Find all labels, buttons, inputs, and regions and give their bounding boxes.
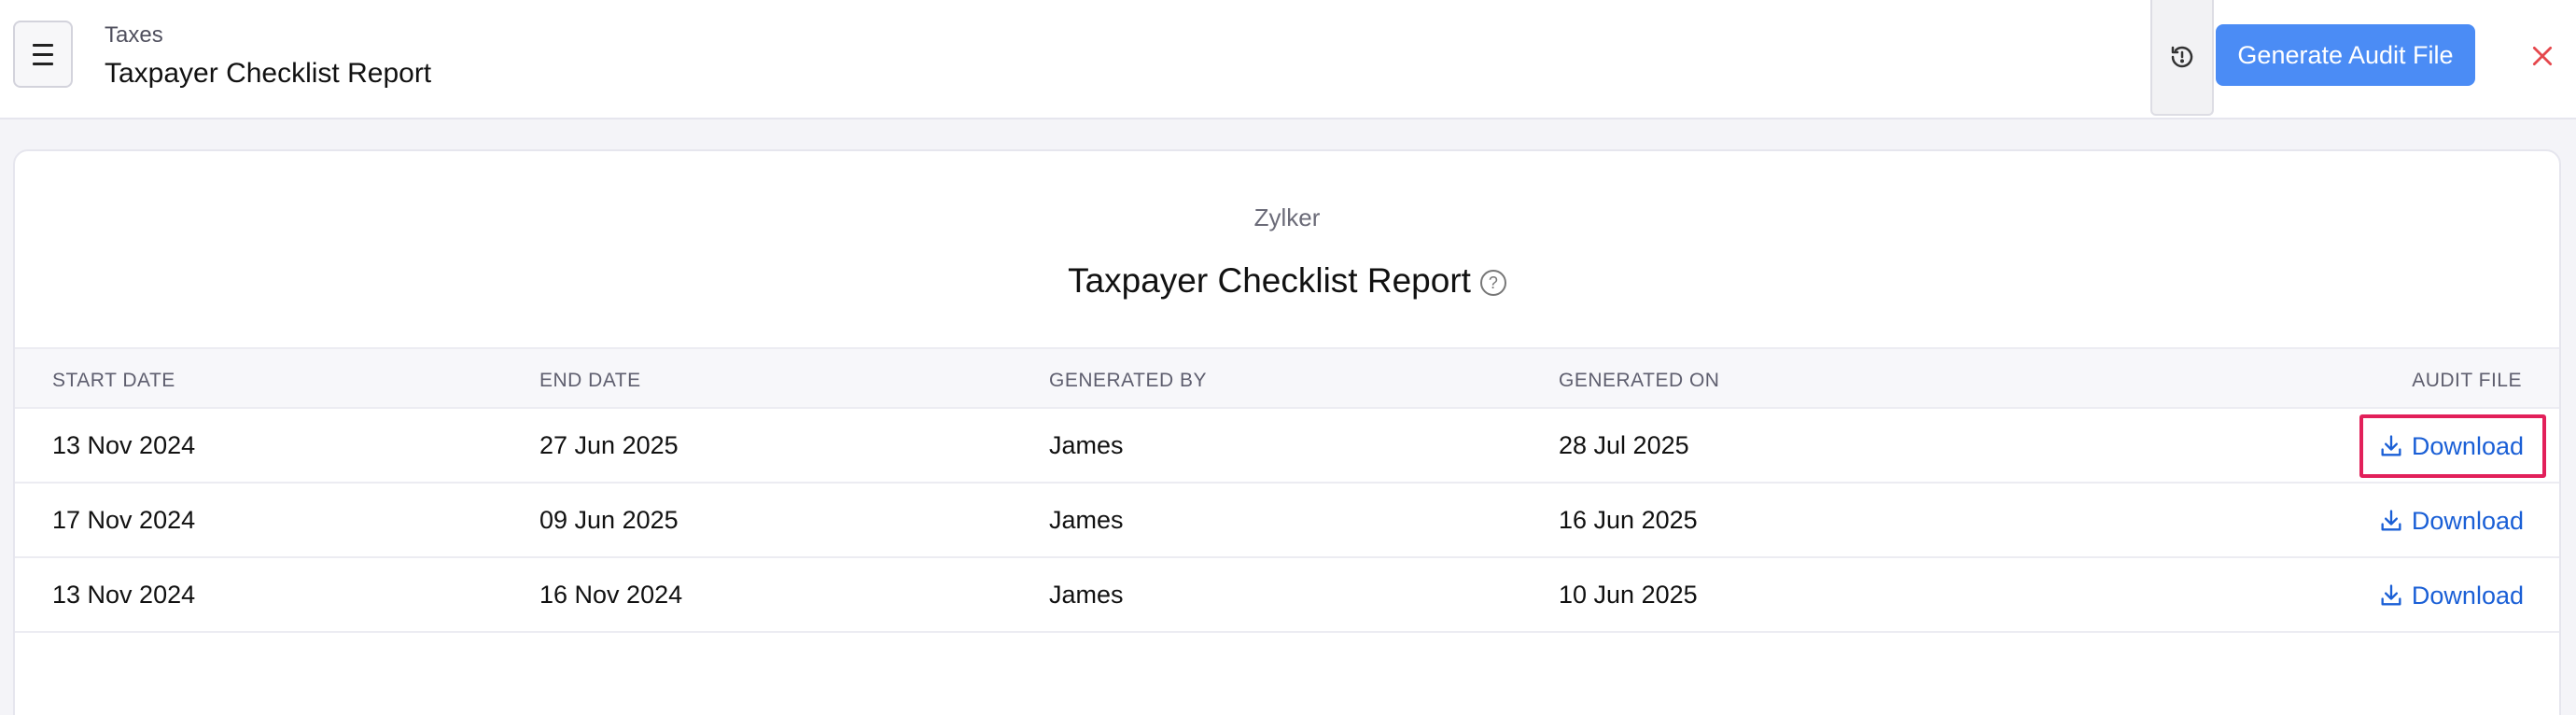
history-icon [2171,46,2193,68]
table-row: 13 Nov 2024 16 Nov 2024 James 10 Jun 202… [15,558,2559,633]
close-button[interactable] [2526,39,2559,73]
report-card: Zylker Taxpayer Checklist Report ? START… [13,149,2561,715]
generated-by-cell: James [1049,431,1124,459]
end-date-cell: 09 Jun 2025 [539,506,679,534]
hamburger-icon [33,43,53,65]
column-header-generated-by: GENERATED BY [1049,370,1207,391]
menu-button[interactable] [13,21,73,88]
generated-by-cell: James [1049,581,1124,609]
end-date-cell: 27 Jun 2025 [539,431,679,459]
column-header-generated-on: GENERATED ON [1559,370,1720,391]
download-icon [2381,510,2401,531]
table-header: START DATE END DATE GENERATED BY GENERAT… [15,347,2559,409]
download-label: Download [2411,506,2524,535]
column-header-end-date: END DATE [539,370,641,391]
column-header-audit-file: AUDIT FILE [2412,370,2522,391]
generated-on-cell: 28 Jul 2025 [1559,431,1689,459]
generate-audit-file-button[interactable]: Generate Audit File [2216,24,2475,86]
download-link[interactable]: Download [2359,414,2546,478]
table-row: 13 Nov 2024 27 Jun 2025 James 28 Jul 202… [15,409,2559,484]
table-row: 17 Nov 2024 09 Jun 2025 James 16 Jun 202… [15,484,2559,558]
download-link[interactable]: Download [2359,564,2546,627]
close-icon [2532,46,2553,66]
end-date-cell: 16 Nov 2024 [539,581,683,609]
start-date-cell: 13 Nov 2024 [52,431,196,459]
page-title: Taxpayer Checklist Report [105,58,432,89]
generated-on-cell: 10 Jun 2025 [1559,581,1698,609]
start-date-cell: 17 Nov 2024 [52,506,196,534]
download-label: Download [2411,431,2524,460]
generated-on-cell: 16 Jun 2025 [1559,506,1698,534]
report-title: Taxpayer Checklist Report [1068,261,1471,300]
download-label: Download [2411,581,2524,610]
organization-name: Zylker [1253,203,1321,231]
download-icon [2381,435,2401,456]
column-header-start-date: START DATE [52,370,175,391]
help-icon[interactable]: ? [1479,270,1506,296]
breadcrumb[interactable]: Taxes [105,22,163,49]
download-link[interactable]: Download [2359,489,2546,553]
top-bar: Taxes Taxpayer Checklist Report Generate… [0,0,2576,119]
generated-by-cell: James [1049,506,1124,534]
report-heading: Taxpayer Checklist Report ? [15,261,2559,301]
history-button[interactable] [2150,0,2214,116]
download-icon [2381,584,2401,606]
start-date-cell: 13 Nov 2024 [52,581,196,609]
